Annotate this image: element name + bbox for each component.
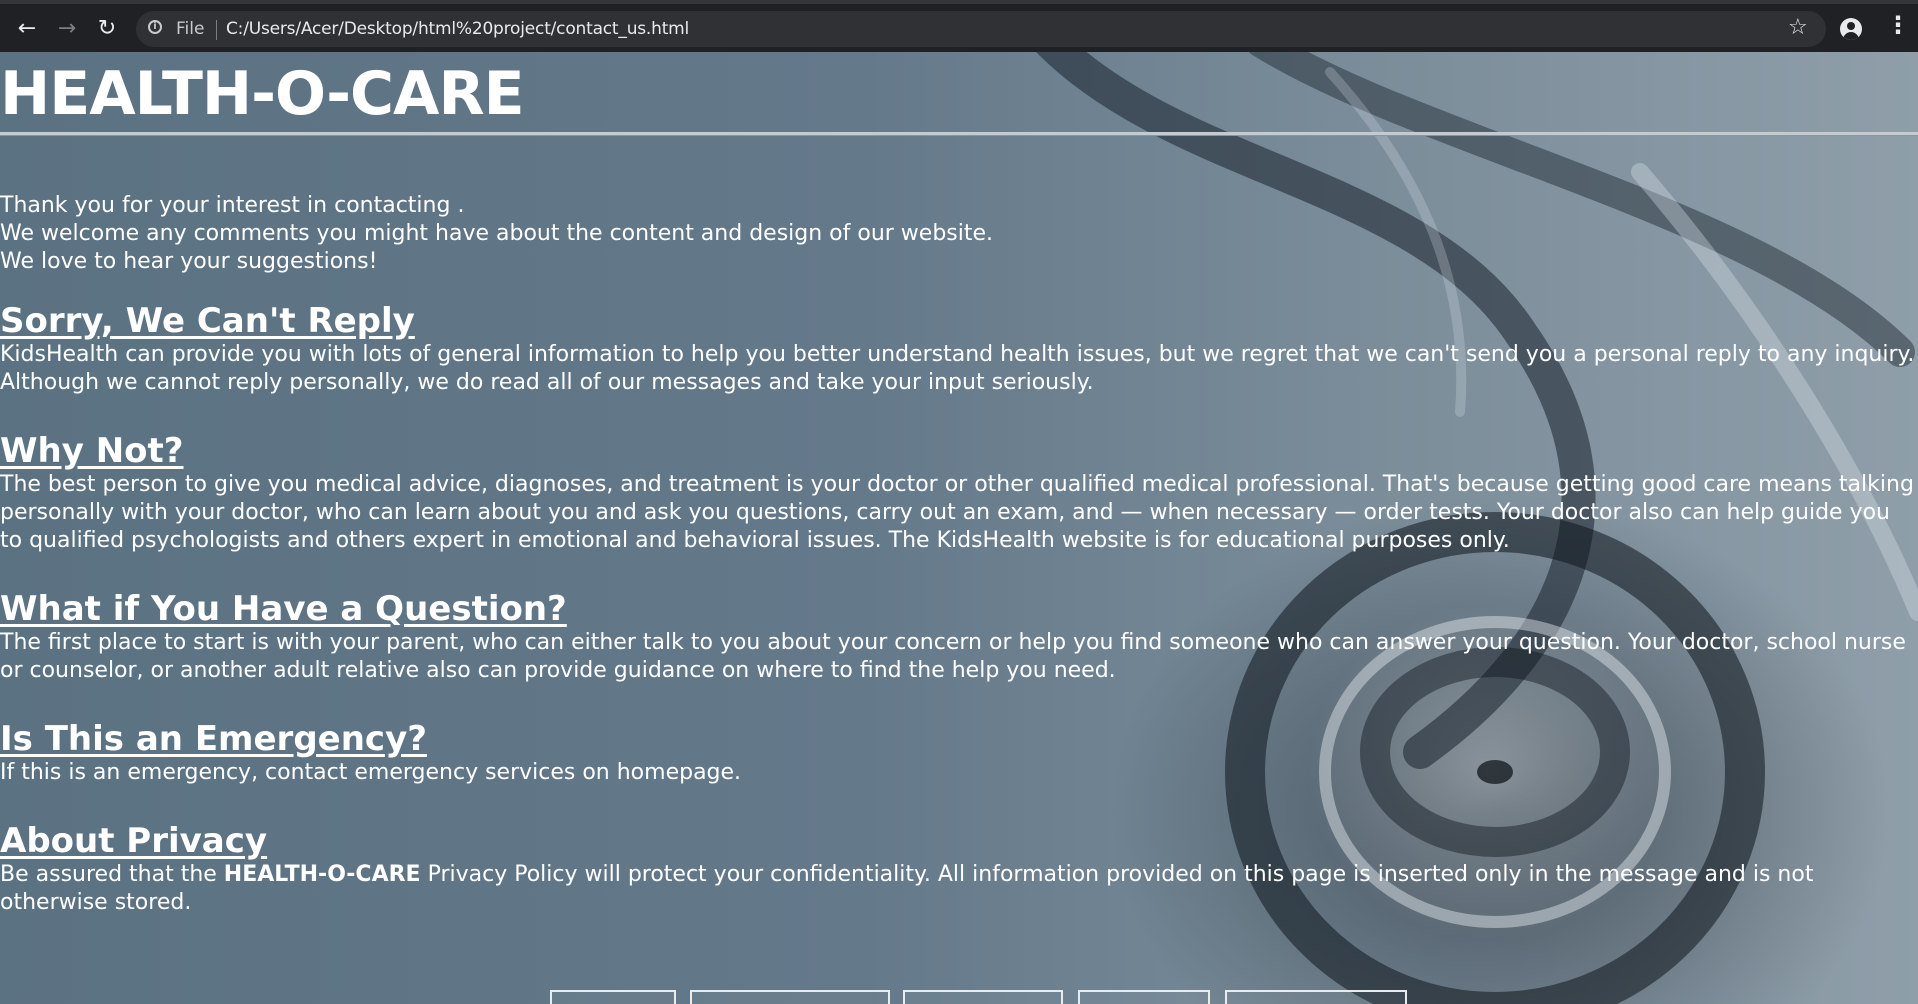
- section-heading-emergency: Is This an Emergency?: [0, 719, 427, 759]
- header-divider: [0, 132, 1918, 136]
- browser-toolbar: ← → ↻ i File C:/Users/Acer/Desktop/html%…: [0, 0, 1918, 57]
- info-icon[interactable]: i: [148, 20, 162, 34]
- contact-content: Thank you for your interest in contactin…: [0, 192, 1918, 917]
- footer-nav: [0, 990, 1918, 1004]
- section-heading-why-not: Why Not?: [0, 431, 184, 471]
- section-heading-privacy: About Privacy: [0, 821, 268, 861]
- footer-nav-button[interactable]: [903, 990, 1063, 1004]
- footer-nav-button[interactable]: [690, 990, 890, 1004]
- privacy-prefix: Be assured that the: [0, 862, 224, 887]
- bookmark-star-icon[interactable]: ☆: [1788, 15, 1808, 40]
- section-body-emergency: If this is an emergency, contact emergen…: [0, 760, 742, 785]
- url-text[interactable]: C:/Users/Acer/Desktop/html%20project/con…: [226, 19, 689, 39]
- footer-nav-button[interactable]: [1225, 990, 1407, 1004]
- intro-line: We welcome any comments you might have a…: [0, 221, 994, 246]
- forward-arrow-icon[interactable]: →: [50, 12, 84, 46]
- site-title: HEALTH-O-CARE: [0, 59, 525, 129]
- back-arrow-icon[interactable]: ←: [10, 12, 44, 46]
- intro-line: Thank you for your interest in contactin…: [0, 193, 465, 218]
- footer-nav-button[interactable]: [1078, 990, 1210, 1004]
- account-icon[interactable]: [1840, 18, 1862, 40]
- page-viewport: HEALTH-O-CARE Thank you for your interes…: [0, 52, 1918, 1004]
- menu-kebab-icon[interactable]: ⋮: [1886, 13, 1910, 37]
- section-body-why-not: The best person to give you medical advi…: [0, 472, 1914, 553]
- address-separator: [216, 20, 217, 40]
- section-body-privacy: Be assured that the HEALTH-O-CARE Privac…: [0, 861, 1918, 917]
- section-body-cant-reply: KidsHealth can provide you with lots of …: [0, 342, 1915, 395]
- reload-icon[interactable]: ↻: [90, 12, 124, 46]
- privacy-brand: HEALTH-O-CARE: [223, 862, 421, 887]
- section-heading-question: What if You Have a Question?: [0, 589, 567, 629]
- intro-line: We love to hear your suggestions!: [0, 249, 378, 274]
- footer-nav-button[interactable]: [550, 990, 676, 1004]
- scheme-label: File: [176, 19, 205, 39]
- section-body-question: The first place to start is with your pa…: [0, 630, 1906, 683]
- address-bar[interactable]: i File C:/Users/Acer/Desktop/html%20proj…: [136, 11, 1826, 47]
- section-heading-cant-reply: Sorry, We Can't Reply: [0, 301, 415, 341]
